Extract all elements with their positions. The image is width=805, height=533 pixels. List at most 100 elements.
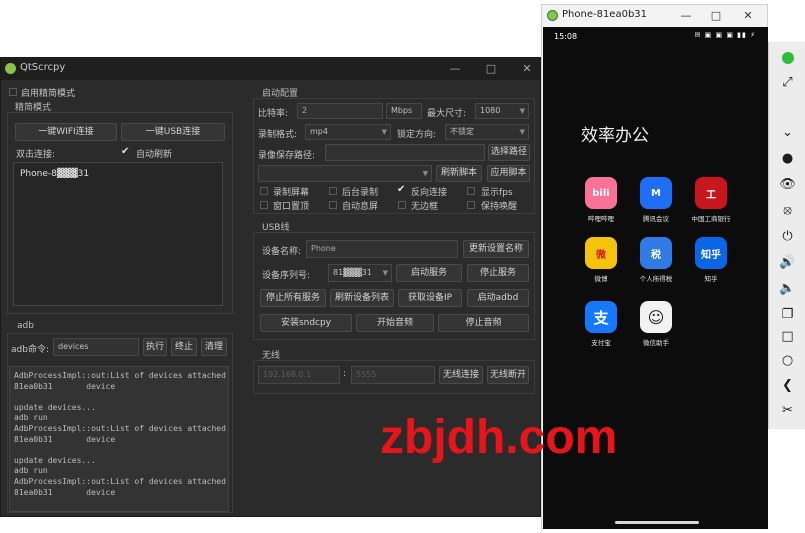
- qt-window-title: QtScrcpy: [20, 62, 66, 73]
- wireless-connect-button[interactable]: 无线连接: [439, 366, 483, 384]
- chevron-down-icon: ▼: [381, 128, 387, 136]
- app-icbc[interactable]: 工 中国工商银行: [685, 177, 737, 223]
- volume-down-icon[interactable]: 🔈: [769, 278, 805, 300]
- device-name-input[interactable]: Phone: [306, 240, 458, 258]
- simple-mode-checkbox[interactable]: [9, 88, 17, 96]
- apply-script-button[interactable]: 应用脚本: [487, 165, 530, 182]
- adb-log-output[interactable]: AdbProcessImpl::out:List of devices atta…: [9, 366, 229, 512]
- app-switch-icon[interactable]: ❐: [769, 304, 805, 326]
- chevron-down-icon[interactable]: ⌄: [769, 122, 805, 144]
- app-name: 腾讯会议: [643, 215, 669, 223]
- wireless-disconnect-button[interactable]: 无线断开: [487, 366, 529, 384]
- keep-awake-checkbox[interactable]: [467, 201, 475, 209]
- close-icon[interactable]: ✕: [740, 8, 756, 24]
- power-icon[interactable]: ⏻: [769, 226, 805, 248]
- show-fps-checkbox[interactable]: [467, 187, 475, 195]
- script-select[interactable]: ▼: [258, 165, 432, 182]
- stop-audio-button[interactable]: 停止音频: [438, 314, 529, 332]
- folder-title: 效率办公: [581, 126, 649, 146]
- start-audio-button[interactable]: 开始音频: [356, 314, 434, 332]
- close-icon[interactable]: ✕: [519, 61, 535, 77]
- square-icon[interactable]: □: [769, 326, 805, 348]
- qt-titlebar[interactable]: QtScrcpy — □ ✕: [1, 58, 540, 80]
- refresh-device-list-button[interactable]: 刷新设备列表: [330, 289, 394, 307]
- tencent-meeting-icon: M: [640, 177, 672, 209]
- app-zhihu[interactable]: 知乎 知乎: [685, 237, 737, 283]
- app-personal-tax[interactable]: 税 个人所得税: [630, 237, 682, 283]
- qtscrcpy-logo-icon: [547, 10, 558, 21]
- record-screen-checkbox[interactable]: [260, 187, 268, 195]
- terminate-button[interactable]: 终止: [171, 338, 197, 356]
- usb-connect-button[interactable]: 一键USB连接: [121, 123, 225, 141]
- app-name: 微博: [594, 275, 608, 283]
- app-weibo[interactable]: 微 微博: [575, 237, 627, 283]
- minimize-icon[interactable]: —: [447, 61, 463, 77]
- wifi-connect-button[interactable]: 一键WIFI连接: [15, 123, 117, 141]
- max-size-value: 1080: [480, 106, 501, 115]
- clear-button[interactable]: 清理: [201, 338, 227, 356]
- get-device-ip-button[interactable]: 获取设备IP: [398, 289, 462, 307]
- volume-up-icon[interactable]: 🔊: [769, 252, 805, 274]
- simple-mode-label: 启用精简模式: [21, 89, 76, 99]
- fullscreen-icon[interactable]: ⤢: [769, 72, 805, 94]
- port-input[interactable]: 5555: [351, 366, 435, 384]
- phone-titlebar[interactable]: Phone-81ea0b31 — □ ✕: [542, 5, 767, 27]
- refresh-script-button[interactable]: 刷新脚本: [436, 165, 482, 182]
- window-top-label: 窗口置顶: [273, 202, 310, 212]
- stop-service-button[interactable]: 停止服务: [467, 264, 529, 282]
- app-tencent-meeting[interactable]: M 腾讯会议: [630, 177, 682, 223]
- frameless-checkbox[interactable]: [398, 201, 406, 209]
- phone-window-title: Phone-81ea0b31: [562, 9, 648, 20]
- start-adbd-button[interactable]: 启动adbd: [467, 289, 529, 307]
- window-top-checkbox[interactable]: [260, 201, 268, 209]
- home-indicator[interactable]: [615, 521, 699, 524]
- home-circle-icon[interactable]: ○: [769, 350, 805, 372]
- bitrate-input[interactable]: 2: [297, 103, 383, 119]
- check-icon[interactable]: ✔: [121, 147, 129, 157]
- lock-direction-label: 锁定方向:: [397, 130, 437, 140]
- ip-input[interactable]: 192.168.0.1: [258, 366, 340, 384]
- eye-icon[interactable]: 👁: [769, 174, 805, 196]
- maximize-icon[interactable]: □: [483, 61, 499, 77]
- run-button[interactable]: 执行: [143, 338, 167, 356]
- update-name-button[interactable]: 更新设置名称: [463, 240, 529, 258]
- chevron-down-icon: ▼: [519, 128, 525, 136]
- back-arrow-icon[interactable]: ❮: [769, 375, 805, 397]
- adb-command-label: adb命令:: [11, 345, 49, 355]
- app-alipay[interactable]: 支 支付宝: [575, 301, 627, 347]
- record-path-input[interactable]: [325, 144, 485, 161]
- device-list-item[interactable]: Phone-8▓▓▓31: [20, 169, 89, 179]
- device-list[interactable]: Phone-8▓▓▓31: [13, 162, 223, 306]
- record-format-select[interactable]: mp4 ▼: [305, 124, 391, 140]
- app-wechat-assistant[interactable]: ☺ 微信助手: [630, 301, 682, 347]
- adb-command-input[interactable]: devices: [53, 338, 139, 356]
- auto-screen-off-checkbox[interactable]: [329, 201, 337, 209]
- serial-select[interactable]: 81▓▓▓31 ▼: [328, 264, 392, 282]
- app-bilibili[interactable]: bili 哔哩哔哩: [575, 177, 627, 223]
- device-name-label: 设备名称:: [262, 247, 302, 257]
- record-path-label: 录像保存路径:: [258, 151, 316, 161]
- scissors-icon[interactable]: ✂: [769, 400, 805, 422]
- start-service-button[interactable]: 启动服务: [396, 264, 462, 282]
- show-fps-label: 显示fps: [481, 188, 513, 198]
- bitrate-unit-select[interactable]: Mbps: [386, 103, 422, 119]
- install-sndcpy-button[interactable]: 安装sndcpy: [260, 314, 352, 332]
- serial-label: 设备序列号:: [262, 271, 311, 281]
- app-name: 微信助手: [643, 339, 669, 347]
- check-icon[interactable]: ✔: [397, 185, 405, 195]
- eye-off-icon[interactable]: ⦻: [769, 200, 805, 222]
- minimize-icon[interactable]: —: [678, 8, 694, 24]
- tax-shield-icon: 税: [640, 237, 672, 269]
- background-record-checkbox[interactable]: [329, 187, 337, 195]
- select-path-button[interactable]: 选择路径: [488, 144, 530, 161]
- stop-all-services-button[interactable]: 停止所有服务: [260, 289, 326, 307]
- lock-direction-select[interactable]: 不锁定 ▼: [445, 124, 529, 140]
- record-dot-icon[interactable]: ●: [769, 148, 805, 170]
- chevron-down-icon: ▼: [519, 107, 525, 115]
- maximize-icon[interactable]: □: [708, 8, 724, 24]
- app-name: 支付宝: [591, 339, 611, 347]
- max-size-select[interactable]: 1080 ▼: [475, 103, 529, 119]
- app-name: 中国工商银行: [691, 215, 731, 223]
- avatar-icon: ☺: [640, 301, 672, 333]
- max-size-label: 最大尺寸:: [427, 109, 467, 119]
